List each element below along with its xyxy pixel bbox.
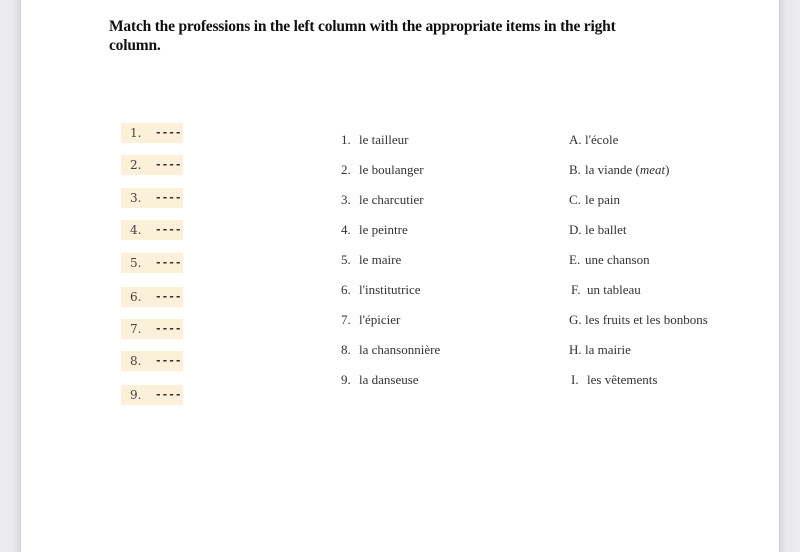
match-index: E. — [569, 252, 581, 267]
profession-text: l'institutrice — [359, 282, 421, 297]
profession-text: le maire — [359, 252, 402, 267]
match-item: A. l'école — [569, 132, 618, 148]
profession-item: 1. le tailleur — [341, 132, 408, 148]
profession-index: 2. — [341, 162, 351, 177]
answer-number: 2. — [130, 158, 142, 172]
right-page-margin — [779, 0, 800, 552]
match-index: A. — [569, 132, 582, 147]
profession-index: 8. — [341, 342, 351, 357]
profession-index: 6. — [341, 282, 351, 297]
profession-text: le charcutier — [359, 192, 424, 207]
match-item: D. le ballet — [569, 222, 627, 238]
answer-number: 6. — [130, 290, 142, 304]
answer-number: 1. — [130, 126, 142, 140]
match-index: H. — [569, 342, 582, 357]
answer-blank-4[interactable]: 4. ---- — [121, 220, 183, 240]
answer-number: 3. — [130, 191, 142, 205]
profession-item: 7. l'épicier — [341, 312, 400, 328]
profession-text: le peintre — [359, 222, 408, 237]
profession-item: 3. le charcutier — [341, 192, 424, 208]
left-page-margin — [0, 0, 21, 552]
match-text: la viande — [585, 162, 633, 177]
answer-blank-text[interactable]: ---- — [155, 253, 182, 273]
match-item: E. une chanson — [569, 252, 650, 268]
answer-blank-3[interactable]: 3. ---- — [121, 188, 183, 208]
match-text: les fruits et les bonbons — [585, 312, 708, 327]
match-index: G. — [569, 312, 582, 327]
match-index: I. — [571, 372, 579, 387]
profession-index: 5. — [341, 252, 351, 267]
profession-item: 9. la danseuse — [341, 372, 419, 388]
answer-blank-text[interactable]: ---- — [155, 123, 182, 143]
match-item: C. le pain — [569, 192, 620, 208]
profession-index: 7. — [341, 312, 351, 327]
match-item: H. la mairie — [569, 342, 631, 358]
profession-text: le tailleur — [359, 132, 409, 147]
answer-number: 7. — [130, 322, 142, 336]
match-text: le ballet — [585, 222, 627, 237]
answer-blank-1[interactable]: 1. ---- — [121, 123, 183, 143]
match-index: B. — [569, 162, 581, 177]
match-index: D. — [569, 222, 582, 237]
profession-index: 1. — [341, 132, 351, 147]
match-text: la mairie — [585, 342, 631, 357]
answer-number: 4. — [130, 223, 142, 237]
profession-text: le boulanger — [359, 162, 424, 177]
answer-blank-text[interactable]: ---- — [155, 385, 182, 405]
profession-item: 5. le maire — [341, 252, 401, 268]
match-item: I. les vêtements — [571, 372, 657, 388]
answer-blank-text[interactable]: ---- — [155, 319, 182, 339]
match-item: B. la viande (meat) — [569, 162, 670, 177]
answer-blank-text[interactable]: ---- — [155, 351, 182, 371]
profession-text: la danseuse — [359, 372, 419, 387]
match-text: un tableau — [587, 282, 641, 297]
profession-text: l'épicier — [359, 312, 401, 327]
profession-index: 4. — [341, 222, 351, 237]
instructions-heading: Match the professions in the left column… — [109, 18, 616, 54]
answer-blank-9[interactable]: 9. ---- — [121, 385, 183, 405]
answer-blank-6[interactable]: 6. ---- — [121, 287, 183, 307]
profession-item: 4. le peintre — [341, 222, 408, 238]
profession-text: la chansonnière — [359, 342, 441, 357]
answer-blank-2[interactable]: 2. ---- — [121, 155, 183, 175]
match-index: F. — [571, 282, 581, 297]
match-text: le pain — [585, 192, 621, 207]
profession-index: 3. — [341, 192, 351, 207]
answer-blank-text[interactable]: ---- — [155, 220, 182, 240]
match-item: G. les fruits et les bonbons — [569, 312, 708, 328]
answer-blank-8[interactable]: 8. ---- — [121, 351, 183, 371]
match-text: les vêtements — [587, 372, 658, 387]
match-text: une chanson — [585, 252, 650, 267]
profession-index: 9. — [341, 372, 351, 387]
profession-item: 2. le boulanger — [341, 162, 424, 178]
match-index: C. — [569, 192, 581, 207]
match-translation-note: meat — [639, 162, 666, 177]
answer-blank-7[interactable]: 7. ---- — [121, 319, 183, 339]
answer-blank-text[interactable]: ---- — [155, 188, 182, 208]
profession-item: 8. la chansonnière — [341, 342, 440, 358]
answer-blank-5[interactable]: 5. ---- — [121, 253, 183, 273]
answer-blank-text[interactable]: ---- — [155, 155, 182, 175]
answer-blank-text[interactable]: ---- — [155, 287, 182, 307]
answer-number: 9. — [130, 388, 142, 402]
answer-number: 5. — [130, 256, 142, 270]
match-text: l'école — [585, 132, 619, 147]
answer-number: 8. — [130, 354, 142, 368]
profession-item: 6. l'institutrice — [341, 282, 421, 298]
match-item: F. un tableau — [571, 282, 641, 298]
